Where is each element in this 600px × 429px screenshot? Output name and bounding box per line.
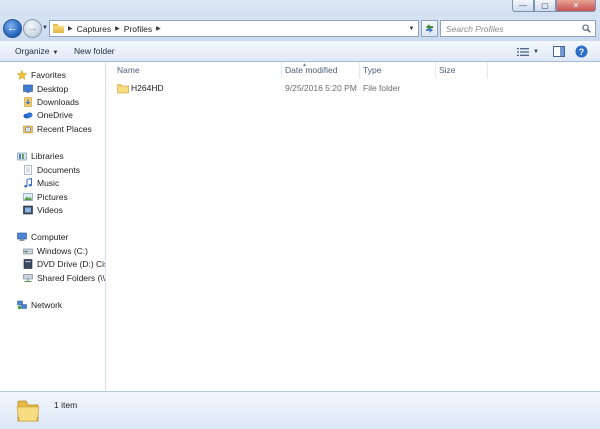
change-view-button[interactable] xyxy=(517,45,529,58)
sidebar-item-label: Downloads xyxy=(37,96,80,107)
breadcrumb-captures[interactable]: Captures xyxy=(77,24,112,34)
sidebar-group-label: Libraries xyxy=(31,150,64,161)
column-header-name[interactable]: Name xyxy=(117,62,140,78)
folder-icon xyxy=(117,84,129,94)
sidebar-group-label: Favorites xyxy=(31,69,66,80)
sidebar-item-label: Videos xyxy=(37,204,63,215)
file-type: File folder xyxy=(363,83,401,93)
view-details-icon xyxy=(517,47,529,56)
column-header-type[interactable]: Type xyxy=(363,62,381,78)
sidebar-item-network[interactable]: Network xyxy=(17,298,62,311)
file-name: H264HD xyxy=(131,83,164,93)
sidebar-item-music[interactable]: Music xyxy=(23,176,59,189)
recent-pages-dropdown[interactable]: ▼ xyxy=(42,25,48,31)
videos-icon xyxy=(23,205,33,214)
sidebar-item-label: Shared Folders (\\vn xyxy=(37,272,106,283)
minimize-button[interactable]: — xyxy=(512,0,534,12)
onedrive-icon xyxy=(23,111,33,118)
star-icon xyxy=(17,69,27,80)
address-bar[interactable]: ▶ Captures ▶ Profiles ▶ ▼ xyxy=(49,20,419,37)
svg-text:?: ? xyxy=(579,47,585,57)
sidebar-group-label: Computer xyxy=(31,231,69,242)
view-options-chevron-down-icon[interactable]: ▼ xyxy=(533,45,539,58)
search-placeholder: Search Profiles xyxy=(446,23,504,34)
breadcrumb-profiles[interactable]: Profiles xyxy=(124,24,152,34)
window-controls: — ▢ ✕ xyxy=(512,0,596,12)
preview-pane-icon xyxy=(553,46,565,57)
sidebar-item-libraries[interactable]: Libraries xyxy=(17,149,64,162)
column-divider[interactable] xyxy=(487,62,488,78)
breadcrumb-separator-icon[interactable]: ▶ xyxy=(68,25,73,32)
back-button[interactable]: ← xyxy=(3,19,22,38)
address-history-chevron-down-icon[interactable]: ▼ xyxy=(405,21,418,36)
help-button[interactable]: ? xyxy=(575,45,588,58)
file-date-modified: 9/25/2016 5:20 PM xyxy=(285,83,357,93)
help-icon: ? xyxy=(575,45,588,58)
folder-icon xyxy=(53,24,64,33)
organize-label: Organize xyxy=(15,46,50,56)
sidebar-item-desktop[interactable]: Desktop xyxy=(23,82,68,95)
sidebar-item-label: Music xyxy=(37,177,60,188)
sidebar-item-label: Windows (C:) xyxy=(37,245,89,256)
column-divider[interactable] xyxy=(435,62,436,78)
desktop-icon xyxy=(23,84,33,93)
refresh-button[interactable] xyxy=(421,20,438,37)
folder-icon xyxy=(16,400,40,422)
navigation-bar: ← → ▼ ▶ Captures ▶ Profiles ▶ ▼ Search P… xyxy=(0,16,600,41)
search-input[interactable]: Search Profiles xyxy=(440,20,596,37)
search-icon[interactable] xyxy=(582,24,591,33)
command-bar: Organize ▼ New folder ▼ ? xyxy=(0,41,600,62)
sidebar-item-favorites[interactable]: Favorites xyxy=(17,68,66,81)
maximize-button[interactable]: ▢ xyxy=(534,0,556,12)
pictures-icon xyxy=(23,192,33,201)
new-folder-button[interactable]: New folder xyxy=(74,46,115,56)
sidebar-item-label: Pictures xyxy=(37,191,68,202)
sidebar-item-label: Documents xyxy=(37,164,80,175)
organize-button[interactable]: Organize ▼ xyxy=(15,46,58,56)
sidebar-item-downloads[interactable]: Downloads xyxy=(23,95,79,108)
column-header-size[interactable]: Size xyxy=(439,62,456,78)
column-divider[interactable] xyxy=(281,62,282,78)
dvd-drive-icon xyxy=(23,258,33,269)
sidebar-item-documents[interactable]: Documents xyxy=(23,163,80,176)
navigation-pane: Favorites Desktop Downloads OneDrive Rec… xyxy=(0,62,106,391)
sidebar-group-label: Network xyxy=(31,299,63,310)
sidebar-item-label: OneDrive xyxy=(37,109,73,120)
sidebar-item-shared-folders[interactable]: Shared Folders (\\vn xyxy=(23,271,106,284)
network-drive-icon xyxy=(23,273,33,282)
documents-icon xyxy=(24,164,32,175)
breadcrumb-separator-icon[interactable]: ▶ xyxy=(156,25,161,32)
recent-places-icon xyxy=(23,125,33,133)
details-pane: 1 item xyxy=(0,391,600,429)
sidebar-item-label: DVD Drive (D:) Cisco xyxy=(37,258,105,269)
sidebar-item-windows-c[interactable]: Windows (C:) xyxy=(23,244,88,257)
close-button[interactable]: ✕ xyxy=(556,0,596,12)
sidebar-item-computer[interactable]: Computer xyxy=(17,230,68,243)
libraries-icon xyxy=(17,152,27,160)
forward-button[interactable]: → xyxy=(23,19,42,38)
drive-icon xyxy=(23,248,33,254)
chevron-down-icon: ▼ xyxy=(52,50,59,56)
sidebar-item-dvd-drive[interactable]: DVD Drive (D:) Cisco xyxy=(23,257,105,270)
sidebar-item-pictures[interactable]: Pictures xyxy=(23,190,68,203)
sidebar-item-label: Recent Places xyxy=(37,123,92,134)
network-icon xyxy=(17,300,27,309)
breadcrumb-separator-icon[interactable]: ▶ xyxy=(115,25,120,32)
table-row[interactable]: H264HD 9/25/2016 5:20 PM File folder xyxy=(107,82,600,96)
column-divider[interactable] xyxy=(359,62,360,78)
sidebar-item-onedrive[interactable]: OneDrive xyxy=(23,108,73,121)
sidebar-item-videos[interactable]: Videos xyxy=(23,203,63,216)
preview-pane-button[interactable] xyxy=(553,45,565,58)
sidebar-item-recent-places[interactable]: Recent Places xyxy=(23,122,92,135)
downloads-icon xyxy=(24,96,32,107)
refresh-icon xyxy=(426,24,433,33)
column-header-date-modified[interactable]: Date modified xyxy=(285,62,337,78)
item-count: 1 item xyxy=(54,400,78,410)
music-icon xyxy=(24,177,32,187)
sidebar-item-label: Desktop xyxy=(37,83,69,94)
computer-icon xyxy=(17,232,27,241)
window-title-bar: — ▢ ✕ xyxy=(0,0,600,16)
file-list: ▲ Name Date modified Type Size H264HD 9/… xyxy=(107,62,600,391)
